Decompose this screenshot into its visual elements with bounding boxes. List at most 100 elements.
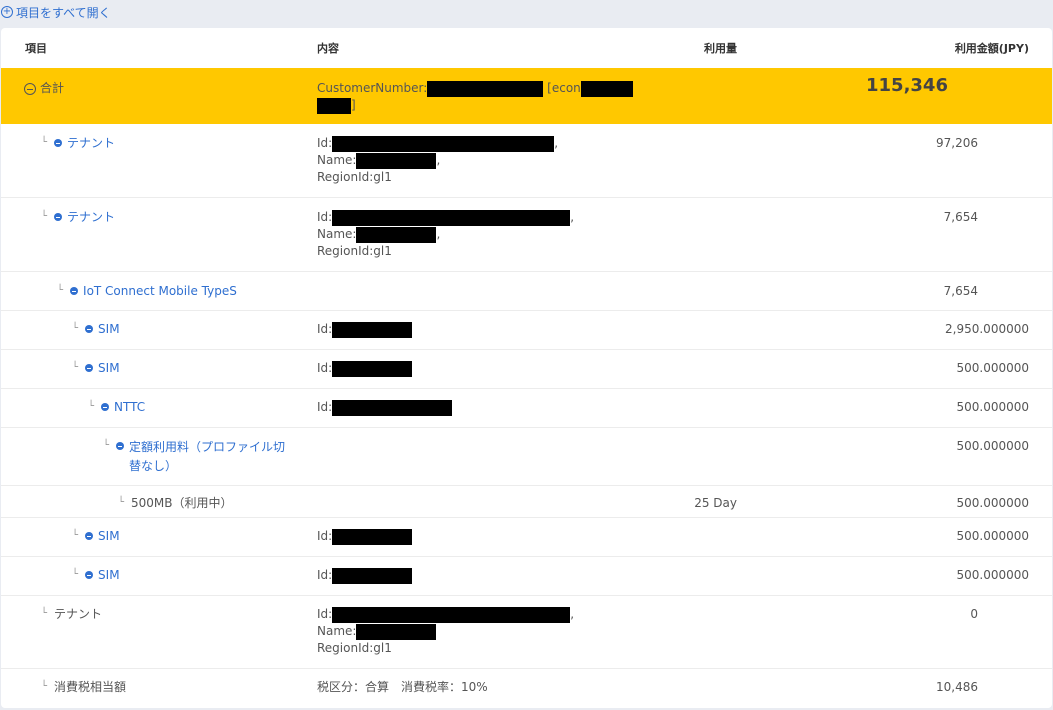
row-content: Id:, Name: RegionId:gl1: [317, 606, 574, 657]
region-value: RegionId:gl1: [317, 244, 392, 258]
customer-number-label: CustomerNumber:: [317, 81, 428, 95]
redaction-block: [332, 209, 571, 226]
tree-elbow-icon: └: [41, 137, 48, 148]
name-label: Name:: [317, 624, 357, 638]
row-label: SIM: [98, 322, 120, 336]
tree-elbow-icon: └: [41, 211, 48, 222]
redaction-block: [332, 528, 413, 545]
id-label: Id:: [317, 400, 333, 414]
row-content: 税区分：合算 消費税率：10%: [317, 680, 488, 694]
row-label: 定額利用料（プロファイル切 替なし）: [129, 438, 285, 476]
redaction-block: [580, 80, 633, 97]
table-row: └ テナント Id:, Name:, RegionId:gl1 97,206: [1, 124, 1052, 198]
table-row: └ IoT Connect Mobile TypeS 7,654: [1, 272, 1052, 311]
collapse-icon: [85, 532, 94, 540]
total-toggle[interactable]: 合計: [24, 80, 64, 97]
tree-elbow-icon: └: [118, 497, 125, 508]
expand-all-label: 項目をすべて開く: [16, 5, 111, 20]
row-content: Id:, Name:, RegionId:gl1: [317, 209, 574, 260]
redaction-block: [427, 80, 544, 97]
id-label: Id:: [317, 322, 333, 336]
separator: ,: [436, 153, 441, 167]
table-row: └ テナント Id:, Name:, RegionId:gl1 7,654: [1, 198, 1052, 272]
row-label: テナント: [67, 136, 116, 150]
row-content: Id:, Name:, RegionId:gl1: [317, 135, 558, 186]
row-amount: 2,950.000000: [945, 322, 1029, 336]
row-amount: 0: [970, 607, 978, 621]
tree-elbow-icon: └: [57, 285, 64, 296]
table-row: └ 消費税相当額 税区分：合算 消費税率：10% 10,486: [1, 669, 1052, 708]
collapse-icon: [54, 139, 63, 147]
region-value: RegionId:gl1: [317, 170, 392, 184]
tree-elbow-icon: └: [72, 569, 79, 580]
redaction-block: [332, 606, 571, 623]
service-toggle[interactable]: └ IoT Connect Mobile TypeS: [57, 283, 237, 300]
collapse-icon: [85, 325, 94, 333]
row-label: 500MB（利用中）: [131, 496, 233, 510]
row-label: テナント: [67, 210, 116, 224]
table-row: └ SIM Id: 500.000000: [1, 557, 1052, 596]
collapse-icon: [85, 571, 94, 579]
id-label: Id:: [317, 210, 333, 224]
total-amount: 115,346: [866, 75, 948, 96]
row-amount: 500.000000: [956, 496, 1029, 510]
row-label: SIM: [98, 361, 120, 375]
row-amount: 500.000000: [956, 439, 1029, 453]
total-label: 合計: [40, 81, 65, 95]
tree-elbow-icon: └: [41, 608, 48, 619]
nttc-toggle[interactable]: └ NTTC: [88, 399, 145, 416]
econ-label: [econ: [547, 81, 581, 95]
row-amount: 500.000000: [956, 529, 1029, 543]
sim-toggle[interactable]: └ SIM: [72, 528, 120, 545]
row-label-line1: 定額利用料（プロファイル切: [129, 440, 286, 454]
column-header-usage: 利用量: [704, 42, 737, 55]
plan-item: └ 500MB（利用中）: [118, 495, 233, 512]
billing-table: 項目 内容 利用量 利用金額(JPY) 合計 CustomerNumber: […: [1, 28, 1052, 708]
plus-circle-icon: +: [1, 6, 13, 18]
separator: ,: [554, 136, 559, 150]
id-label: Id:: [317, 568, 333, 582]
tenant-item[interactable]: └ テナント: [41, 606, 102, 623]
redaction-block: [317, 97, 351, 114]
row-amount: 500.000000: [956, 568, 1029, 582]
row-amount: 500.000000: [956, 400, 1029, 414]
row-label: NTTC: [114, 400, 146, 414]
redaction-block: [356, 623, 437, 640]
row-amount: 10,486: [936, 680, 978, 694]
expand-all-button[interactable]: + 項目をすべて開く: [1, 3, 111, 21]
name-label: Name:: [317, 227, 357, 241]
sim-toggle[interactable]: └ SIM: [72, 360, 120, 377]
total-row: 合計 CustomerNumber: [econ ] 115,346: [1, 68, 1052, 124]
table-row: └ テナント Id:, Name: RegionId:gl1 0: [1, 596, 1052, 669]
fixed-fee-toggle[interactable]: └ 定額利用料（プロファイル切 替なし）: [103, 438, 303, 476]
column-header-amount: 利用金額(JPY): [954, 42, 1029, 55]
row-label: テナント: [54, 607, 103, 621]
separator: ,: [570, 210, 575, 224]
collapse-icon: [70, 287, 79, 295]
separator: ,: [570, 607, 575, 621]
tree-elbow-icon: └: [88, 401, 95, 412]
collapse-icon: [85, 364, 94, 372]
id-label: Id:: [317, 607, 333, 621]
sim-toggle[interactable]: └ SIM: [72, 567, 120, 584]
id-label: Id:: [317, 361, 333, 375]
tenant-toggle[interactable]: └ テナント: [41, 135, 115, 152]
separator: ,: [436, 227, 441, 241]
redaction-block: [332, 360, 413, 377]
column-header-content: 内容: [317, 42, 339, 55]
tree-elbow-icon: └: [72, 530, 79, 541]
redaction-block: [356, 226, 437, 243]
id-label: Id:: [317, 136, 333, 150]
row-label: SIM: [98, 529, 120, 543]
close-bracket: ]: [351, 98, 356, 112]
row-label-line2: 替なし）: [129, 459, 178, 473]
redaction-block: [356, 152, 437, 169]
column-header-item: 項目: [25, 42, 47, 55]
collapse-icon: [24, 83, 36, 95]
redaction-block: [332, 321, 413, 338]
tenant-toggle[interactable]: └ テナント: [41, 209, 115, 226]
sim-toggle[interactable]: └ SIM: [72, 321, 120, 338]
tree-elbow-icon: └: [72, 323, 79, 334]
row-content: Id:: [317, 360, 413, 377]
row-content: Id:: [317, 399, 453, 416]
